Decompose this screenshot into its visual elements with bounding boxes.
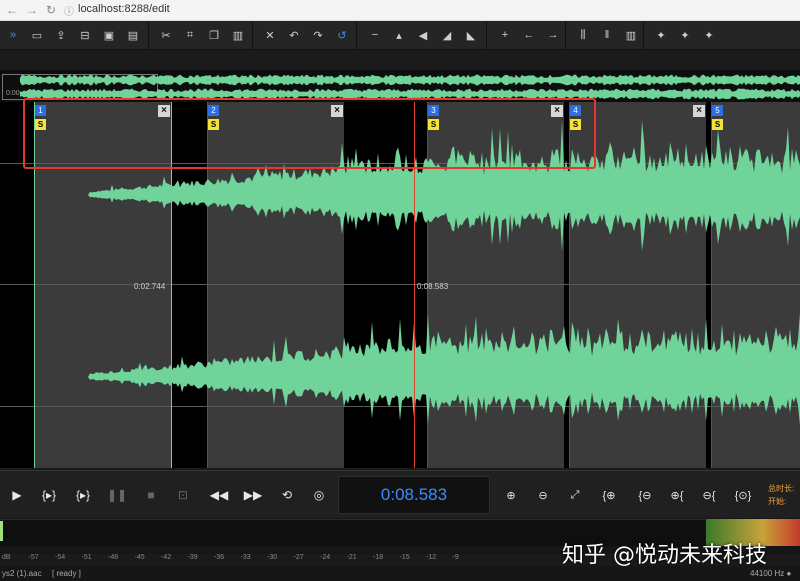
- play-region-icon[interactable]: {▸}: [36, 471, 62, 519]
- rewind-icon[interactable]: ◀◀: [206, 471, 232, 519]
- target-icon[interactable]: ◎: [306, 471, 332, 519]
- waveform-channel-right: [0, 312, 800, 426]
- meter-scale-label: -51: [81, 554, 92, 561]
- pause-icon[interactable]: ❚❚: [104, 471, 130, 519]
- repeat-icon[interactable]: ⟲: [274, 471, 300, 519]
- zoom-in-sel-icon[interactable]: {⊕: [596, 471, 622, 519]
- zoom-out-sel-icon[interactable]: {⊖: [632, 471, 658, 519]
- meter-scale-label: -24: [320, 554, 331, 561]
- highlight-annotation-box: [23, 98, 596, 169]
- record-icon[interactable]: ⊡: [170, 471, 196, 519]
- meter-scale-label: -39: [187, 554, 198, 561]
- fit-icon[interactable]: ⤢: [562, 471, 588, 519]
- region-number-5: 5: [712, 105, 723, 116]
- meter-scale-label: dB: [2, 554, 11, 561]
- meter-scale-label: -21: [346, 554, 357, 561]
- cursor-time-marker: 0:08.583: [417, 282, 449, 291]
- status-sample-rate: 44100 Hz ●: [750, 569, 792, 578]
- overview-channel-left: [20, 74, 800, 86]
- loop-region-icon[interactable]: {▸}: [70, 471, 96, 519]
- meter-scale-label: -18: [373, 554, 384, 561]
- play-icon[interactable]: ▶: [4, 471, 30, 519]
- meter-scale-label: -15: [399, 554, 410, 561]
- meter-scale-label: -36: [214, 554, 225, 561]
- stop-icon[interactable]: ■: [138, 471, 164, 519]
- meter-scale-label: -30: [267, 554, 278, 561]
- status-file: ys2 (1).aac: [2, 569, 42, 578]
- zoom-out-icon[interactable]: ⊖: [530, 471, 556, 519]
- zoom-left-icon[interactable]: ⊕{: [664, 471, 690, 519]
- status-state: [ ready ]: [52, 569, 81, 578]
- watermark: 知乎 @悦动未来科技: [562, 543, 767, 568]
- meter-scale-label: -12: [426, 554, 437, 561]
- region-time-marker: 0:02.744: [134, 282, 166, 291]
- meter-scale-label: -27: [293, 554, 304, 561]
- fast-forward-icon[interactable]: ▶▶: [240, 471, 266, 519]
- meter-scale-label: -54: [55, 554, 66, 561]
- start-label: 开始:: [768, 497, 787, 506]
- zoom-in-icon[interactable]: ⊕: [498, 471, 524, 519]
- meter-scale-label: -57: [28, 554, 39, 561]
- meter-scale-label: -33: [240, 554, 251, 561]
- total-duration-label: 总时长:: [768, 484, 795, 493]
- meter-scale-label: -48: [108, 554, 119, 561]
- region-split-button-5[interactable]: S: [712, 119, 723, 130]
- current-time: 0:08.583: [380, 485, 448, 504]
- status-bar: ys2 (1).aac [ ready ] 44100 Hz ●: [0, 566, 800, 581]
- meter-scale-label: -42: [161, 554, 172, 561]
- meter-scale-label: -9: [452, 554, 459, 561]
- region-close-icon[interactable]: ×: [693, 105, 705, 117]
- level-meter-fill: [0, 521, 3, 541]
- zoom-all-icon[interactable]: {⊙}: [730, 471, 756, 519]
- meter-scale-label: -45: [134, 554, 145, 561]
- zoom-right-icon[interactable]: ⊖{: [696, 471, 722, 519]
- current-time-display: 0:08.583: [338, 476, 490, 514]
